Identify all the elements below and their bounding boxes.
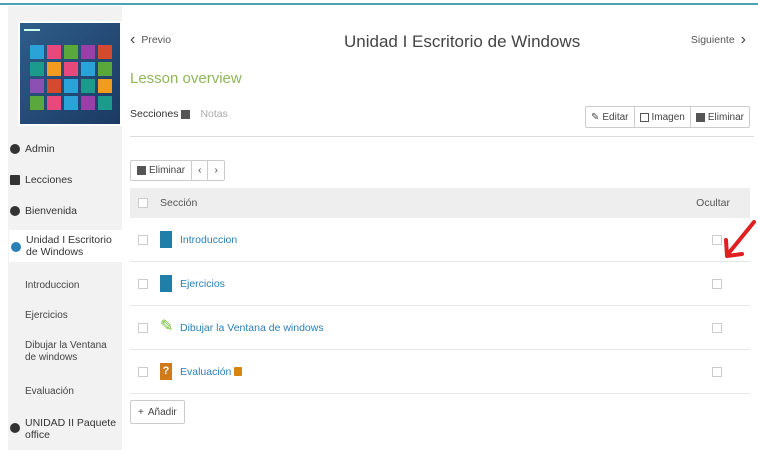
section-label: Evaluación: [180, 365, 232, 378]
sidebar-subitem[interactable]: Dibujar la Ventana de windows: [25, 340, 117, 364]
sidebar-item-label: Admin: [25, 143, 55, 155]
section-label: Introduccion: [180, 233, 238, 246]
section-link[interactable]: Dibujar la Ventana de windows: [180, 322, 324, 334]
move-left-button[interactable]: ‹: [192, 161, 209, 180]
chevron-right-icon: ›: [740, 31, 746, 48]
trash-icon: [137, 166, 146, 175]
hide-checkbox[interactable]: [712, 278, 722, 289]
plus-icon: +: [138, 406, 144, 418]
table-row: ? Evaluación: [130, 350, 750, 394]
lesson-overview-heading: Lesson overview: [130, 70, 242, 87]
document-icon: [160, 231, 172, 248]
add-section-button[interactable]: + Añadir: [130, 400, 185, 424]
gear-icon: [10, 144, 20, 154]
section-link[interactable]: Ejercicios: [180, 278, 225, 290]
delete-section-button[interactable]: Eliminar: [131, 161, 193, 180]
edit-button[interactable]: ✎ Editar: [586, 107, 635, 127]
list-icon: [181, 109, 191, 119]
book-icon: [10, 175, 20, 185]
sidebar-item-label: Lecciones: [25, 174, 73, 186]
sidebar-subitem[interactable]: Evaluación: [25, 386, 117, 398]
row-checkbox[interactable]: [138, 366, 148, 377]
previous-label: Previo: [141, 34, 172, 46]
next-link[interactable]: Siguiente ›: [690, 31, 746, 48]
edit-label: Editar: [602, 111, 629, 123]
page-title: Unidad I Escritorio de Windows: [344, 32, 581, 51]
table-row: ✎ Dibujar la Ventana de windows: [130, 306, 750, 350]
sidebar-subitem[interactable]: Ejercicios: [25, 310, 117, 322]
row-checkbox[interactable]: [138, 278, 148, 289]
sections-table: Sección Ocultar Introduccion Ejercicios …: [130, 188, 750, 394]
sidebar-item-label: Unidad I Escritorio de Windows: [26, 234, 112, 258]
quiz-icon: ?: [160, 363, 172, 380]
column-header-hide: Ocultar: [696, 197, 730, 209]
lesson-circle-icon: [10, 423, 20, 433]
section-label: Ejercicios: [180, 277, 225, 290]
sidebar-item-admin[interactable]: Admin: [10, 143, 118, 155]
sidebar-item-unit2[interactable]: UNIDAD II Paquete office: [10, 417, 118, 441]
top-accent-line: [0, 3, 758, 5]
trash-icon: [695, 112, 705, 122]
hide-checkbox[interactable]: [712, 366, 722, 377]
lesson-thumbnail: [18, 21, 122, 126]
section-link[interactable]: Introduccion: [180, 234, 237, 246]
tab-notes[interactable]: Notas: [200, 108, 227, 120]
hide-checkbox[interactable]: [712, 322, 722, 333]
section-link[interactable]: Evaluación: [180, 365, 243, 378]
delete-lesson-button[interactable]: Eliminar: [691, 107, 749, 127]
sidebar-item-label: Bienvenida: [25, 205, 77, 217]
document-icon: [160, 275, 172, 292]
pencil-icon: ✎: [591, 111, 600, 123]
table-row: Introduccion: [130, 218, 750, 262]
chevron-left-icon: ‹: [130, 31, 136, 48]
lesson-circle-icon: [11, 242, 21, 252]
tab-divider: [130, 136, 754, 137]
sidebar-item-label: UNIDAD II Paquete office: [25, 417, 117, 441]
row-checkbox[interactable]: [138, 234, 148, 245]
tab-label: Secciones: [130, 108, 179, 120]
sidebar-subitem[interactable]: Introduccion: [25, 280, 117, 292]
section-label: Dibujar la Ventana de windows: [180, 321, 324, 334]
section-toolbar: Eliminar ‹ ›: [130, 160, 225, 181]
sidebar-item-lessons[interactable]: Lecciones: [10, 174, 118, 186]
image-button[interactable]: Imagen: [635, 107, 691, 127]
tab-sections[interactable]: Secciones: [130, 108, 191, 120]
image-label: Imagen: [651, 111, 685, 123]
delete-label: Eliminar: [149, 165, 186, 176]
add-label: Añadir: [147, 406, 177, 418]
next-label: Siguiente: [690, 34, 735, 46]
pencil-icon: ✎: [160, 318, 174, 335]
select-all-checkbox[interactable]: [138, 198, 148, 208]
red-arrow-annotation: [724, 220, 756, 258]
sidebar-item-unit1[interactable]: Unidad I Escritorio de Windows: [9, 230, 122, 262]
sidebar-item-welcome[interactable]: Bienvenida: [10, 205, 118, 217]
previous-link[interactable]: ‹ Previo: [130, 31, 172, 48]
tab-bar: Secciones Notas: [130, 108, 228, 120]
move-right-button[interactable]: ›: [208, 161, 223, 180]
lesson-actions: ✎ Editar Imagen Eliminar: [585, 106, 750, 128]
column-header-section: Sección: [160, 197, 198, 209]
delete-label: Eliminar: [707, 111, 744, 123]
lesson-circle-icon: [10, 206, 20, 216]
lock-icon: [234, 367, 243, 376]
hide-checkbox[interactable]: [712, 234, 722, 245]
table-row: Ejercicios: [130, 262, 750, 306]
row-checkbox[interactable]: [138, 322, 148, 333]
table-header: Sección Ocultar: [130, 188, 750, 218]
image-icon: [639, 112, 649, 122]
sidebar: [8, 6, 122, 450]
